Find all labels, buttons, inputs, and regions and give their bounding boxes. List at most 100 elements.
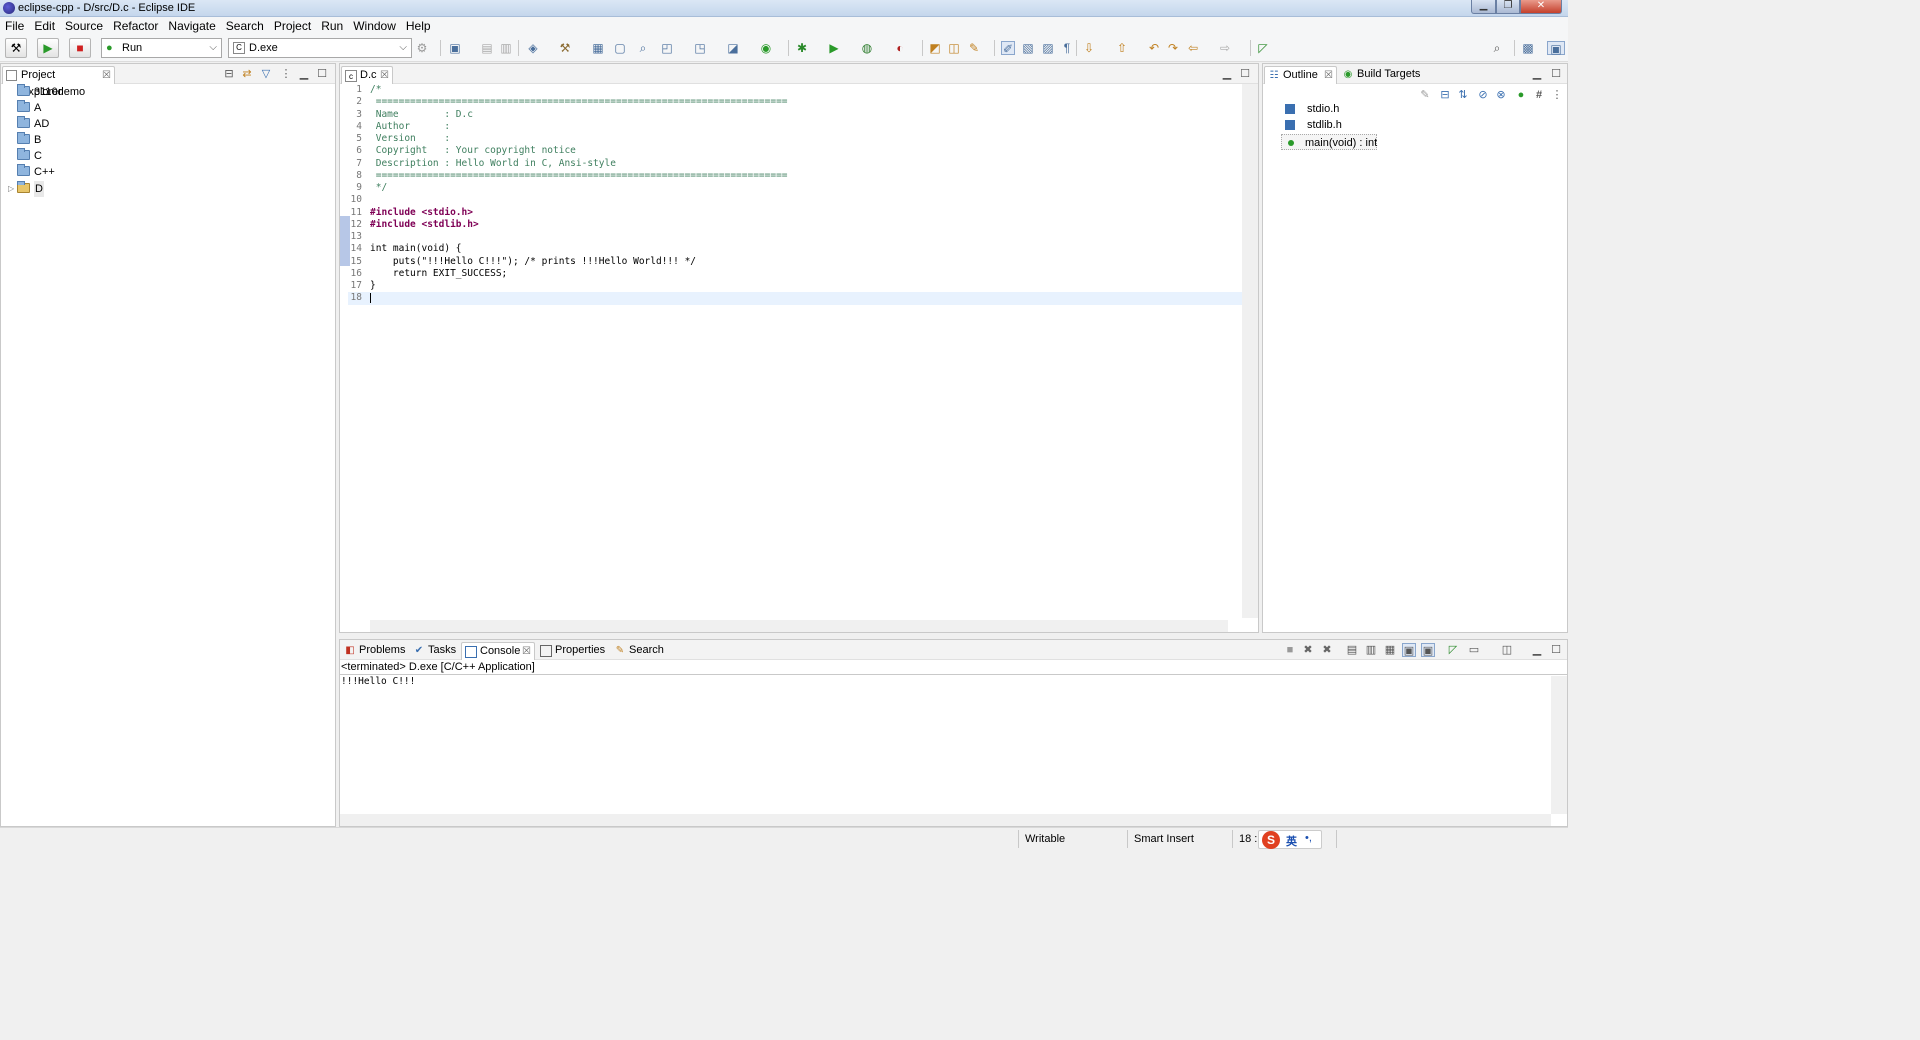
menu-search[interactable]: Search — [226, 17, 264, 35]
maximize-icon[interactable]: ☐ — [315, 67, 329, 81]
tree-item-3110demo[interactable]: 3110demo — [1, 84, 301, 100]
console-horizontal-scrollbar[interactable] — [340, 814, 1551, 826]
close-icon[interactable]: ☒ — [380, 67, 389, 84]
terminate-icon[interactable]: ■ — [1283, 643, 1297, 657]
link-editor-icon[interactable]: ⇄ — [240, 67, 254, 81]
tab-properties[interactable]: Properties — [537, 642, 612, 660]
search-icon[interactable]: ⌕ — [1490, 41, 1504, 55]
launch-config-gear-icon[interactable]: ⚙ — [415, 41, 429, 55]
outline-item-main[interactable]: main(void) : int — [1281, 134, 1377, 150]
maximize-icon[interactable]: ☐ — [1549, 67, 1563, 81]
filter-icon[interactable]: ▽ — [259, 67, 273, 81]
collapse-all-icon[interactable]: ⊟ — [222, 67, 236, 81]
menu-window[interactable]: Window — [353, 17, 396, 35]
code-area[interactable]: 1/* 2 ==================================… — [348, 84, 1248, 618]
menu-navigate[interactable]: Navigate — [168, 17, 215, 35]
stop-icon[interactable]: ■ — [69, 38, 91, 58]
run-icon[interactable]: ▶ — [827, 41, 841, 55]
show-on-stderr-icon[interactable]: ▣ — [1421, 643, 1435, 657]
word-wrap-icon[interactable]: ▧ — [1021, 41, 1035, 55]
debug-bug-icon[interactable]: ✱ — [795, 41, 809, 55]
ime-toolbar[interactable]: S 英 •, — [1258, 830, 1322, 849]
expand-arrow-icon[interactable]: ▷ — [8, 181, 14, 197]
new-icon[interactable]: ▣ — [448, 41, 462, 55]
launch-mode-select[interactable]: ● Run ⌵ — [101, 38, 222, 58]
sort-icon[interactable]: ⇅ — [1456, 88, 1470, 102]
tree-item-cpp[interactable]: C++ — [1, 164, 301, 180]
show-on-stdout-icon[interactable]: ▣ — [1402, 643, 1416, 657]
maximize-icon[interactable]: ☐ — [1238, 67, 1252, 81]
build-hammer-icon[interactable]: ⚒ — [5, 38, 27, 58]
tab-search[interactable]: ✎ Search — [611, 642, 671, 660]
hide-static-icon[interactable]: ⊘ — [1476, 88, 1490, 102]
console-output[interactable]: !!!Hello C!!! — [341, 676, 415, 688]
menu-file[interactable]: File — [5, 17, 24, 35]
remove-all-terminated-icon[interactable]: ✖ — [1320, 643, 1334, 657]
tab-console[interactable]: Console ☒ — [461, 642, 535, 660]
external-tools-icon[interactable]: ◐ — [893, 41, 907, 55]
launch-run-icon[interactable]: ▶ — [37, 38, 59, 58]
tree-item-b[interactable]: B — [1, 132, 301, 148]
new-item-icon[interactable]: ◉ — [759, 41, 773, 55]
minimize-button[interactable]: ▁ — [1471, 0, 1496, 14]
tab-problems[interactable]: ◧ Problems — [341, 642, 411, 660]
pin-console-icon[interactable]: ◸ — [1446, 643, 1460, 657]
menu-edit[interactable]: Edit — [34, 17, 55, 35]
editor-horizontal-scrollbar[interactable] — [370, 620, 1228, 632]
hide-fields-icon[interactable]: ✎ — [1418, 88, 1432, 102]
tab-outline[interactable]: ☷ Outline ☒ — [1264, 66, 1337, 84]
view-menu-icon[interactable]: ⋮ — [279, 67, 293, 81]
display-console-icon[interactable]: ▭ — [1467, 643, 1481, 657]
open-folder-icon[interactable]: ◫ — [947, 41, 961, 55]
launch-config-select[interactable]: C D.exe ⌵ — [228, 38, 412, 58]
open-console-icon[interactable]: ◫ — [1500, 643, 1514, 657]
tab-d-c[interactable]: c D.c ☒ — [341, 66, 393, 84]
block-selection-icon[interactable]: ▨ — [1041, 41, 1055, 55]
tree-item-ad[interactable]: AD — [1, 116, 301, 132]
close-button[interactable]: ✕ — [1520, 0, 1562, 14]
open-type-icon[interactable]: ◩ — [928, 41, 942, 55]
coverage-icon[interactable]: ◍ — [860, 41, 874, 55]
minimize-icon[interactable]: ▁ — [1530, 67, 1544, 81]
minimize-icon[interactable]: ▁ — [1530, 643, 1544, 657]
pen-icon[interactable]: ✎ — [967, 41, 981, 55]
maximize-button[interactable]: ❐ — [1496, 0, 1520, 14]
previous-annotation-icon[interactable]: ⇧ — [1115, 41, 1129, 55]
search-file-icon[interactable]: ⌕ — [636, 41, 650, 55]
hide-inactive-icon[interactable]: ● — [1514, 88, 1528, 102]
tab-tasks[interactable]: ✔ Tasks — [410, 642, 462, 660]
tree-item-a[interactable]: A — [1, 100, 301, 116]
last-edit-location-icon[interactable]: ↶ — [1147, 41, 1161, 55]
close-icon[interactable]: ☒ — [102, 67, 111, 84]
tree-item-c[interactable]: C — [1, 148, 301, 164]
last-edit-forward-icon[interactable]: ↷ — [1166, 41, 1180, 55]
show-whitespace-icon[interactable]: ¶ — [1060, 41, 1074, 55]
new-class-icon[interactable]: ◪ — [726, 41, 740, 55]
new-folder-icon[interactable]: ◳ — [693, 41, 707, 55]
new-cpp-project-icon[interactable]: ◰ — [660, 41, 674, 55]
menu-refactor[interactable]: Refactor — [113, 17, 158, 35]
hide-nonpublic-icon[interactable]: ⊗ — [1494, 88, 1508, 102]
tree-item-d[interactable]: ▷ D — [1, 181, 301, 197]
remove-launch-icon[interactable]: ✖ — [1301, 643, 1315, 657]
print-icon[interactable]: ▦ — [591, 41, 605, 55]
word-wrap-icon[interactable]: ▦ — [1383, 643, 1397, 657]
terminal-icon[interactable]: ▢ — [613, 41, 627, 55]
minimize-icon[interactable]: ▁ — [1220, 67, 1234, 81]
save-icon[interactable]: ▤ — [480, 41, 494, 55]
clear-console-icon[interactable]: ▤ — [1345, 643, 1359, 657]
menu-project[interactable]: Project — [274, 17, 311, 35]
editor-vertical-scrollbar[interactable] — [1242, 84, 1258, 618]
minimize-icon[interactable]: ▁ — [297, 67, 311, 81]
view-menu-icon[interactable]: ⋮ — [1550, 88, 1564, 102]
back-arrow-icon[interactable]: ⇦ — [1186, 41, 1200, 55]
menu-source[interactable]: Source — [65, 17, 103, 35]
save-all-icon[interactable]: ▥ — [499, 41, 513, 55]
open-perspective-icon[interactable]: ▩ — [1521, 41, 1535, 55]
group-macros-icon[interactable]: # — [1532, 88, 1546, 102]
build-all-icon[interactable]: ⚒ — [558, 41, 572, 55]
menu-help[interactable]: Help — [406, 17, 431, 35]
close-icon[interactable]: ☒ — [522, 643, 531, 660]
close-icon[interactable]: ☒ — [1324, 67, 1333, 84]
maximize-icon[interactable]: ☐ — [1549, 643, 1563, 657]
